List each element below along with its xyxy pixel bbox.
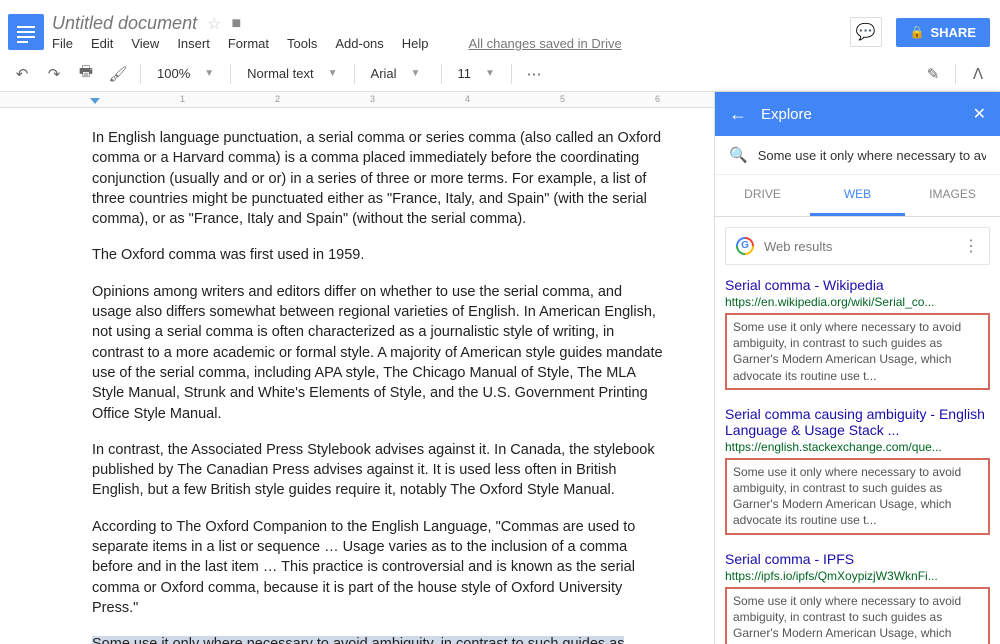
menu-tools[interactable]: Tools [287, 36, 317, 51]
explore-search-input[interactable] [758, 148, 986, 163]
paragraph[interactable]: Opinions among writers and editors diffe… [92, 282, 664, 424]
docs-logo[interactable] [8, 14, 44, 50]
search-icon: 🔍 [729, 146, 748, 164]
web-results-label: Web results [764, 239, 832, 254]
document-title[interactable]: Untitled document [52, 13, 197, 34]
ruler-mark: 1 [180, 94, 185, 104]
menu-addons[interactable]: Add-ons [335, 36, 383, 51]
share-button[interactable]: 🔒 SHARE [896, 18, 990, 47]
font-select[interactable]: Arial▼ [363, 60, 433, 88]
app-header: Untitled document ☆ ■ File Edit View Ins… [0, 0, 1000, 56]
paragraph[interactable]: The Oxford comma was first used in 1959. [92, 245, 664, 265]
web-results-header: Web results ⋮ [725, 227, 990, 265]
explore-search-row: 🔍 [715, 136, 1000, 175]
close-icon[interactable]: ✕ [973, 104, 986, 124]
paragraph[interactable]: In contrast, the Associated Press Styleb… [92, 440, 664, 501]
back-icon[interactable]: ← [729, 104, 747, 125]
caret-icon: ▼ [485, 68, 495, 79]
google-logo-icon [736, 237, 754, 255]
paint-format-button[interactable]: 🖌 [104, 60, 132, 88]
save-status[interactable]: All changes saved in Drive [469, 36, 622, 51]
explore-tabs: DRIVE WEB IMAGES [715, 175, 1000, 217]
docs-logo-icon [17, 23, 35, 41]
explore-header: ← Explore ✕ [715, 92, 1000, 136]
paragraph-highlighted[interactable]: Some use it only where necessary to avoi… [92, 634, 664, 644]
redo-button[interactable]: ↷ [40, 60, 68, 88]
ruler-mark: 4 [465, 94, 470, 104]
more-formatting-button[interactable]: ⋯ [520, 60, 548, 88]
paragraph[interactable]: According to The Oxford Companion to the… [92, 517, 664, 618]
result-url: https://ipfs.io/ipfs/QmXoypizjW3WknFi... [725, 569, 990, 583]
indent-marker-icon[interactable] [90, 98, 100, 104]
collapse-button[interactable]: ᐱ [964, 60, 992, 88]
result-url: https://english.stackexchange.com/que... [725, 440, 990, 454]
ruler-mark: 5 [560, 94, 565, 104]
menu-view[interactable]: View [131, 36, 159, 51]
more-options-icon[interactable]: ⋮ [963, 236, 979, 256]
explore-body: Web results ⋮ Serial comma - Wikipedia h… [715, 217, 1000, 644]
result-snippet: Some use it only where necessary to avoi… [725, 458, 990, 535]
document-page[interactable]: In English language punctuation, a seria… [0, 108, 700, 644]
ruler-mark: 2 [275, 94, 280, 104]
result-url: https://en.wikipedia.org/wiki/Serial_co.… [725, 295, 990, 309]
zoom-select[interactable]: 100%▼ [149, 60, 222, 88]
caret-icon: ▼ [411, 68, 421, 79]
search-result: Serial comma - IPFS https://ipfs.io/ipfs… [725, 551, 990, 644]
tab-web[interactable]: WEB [810, 175, 905, 216]
document-canvas[interactable]: 1 2 3 4 5 6 In English language punctuat… [0, 92, 714, 644]
formatting-toolbar: ↶ ↷ 🖶 🖌 100%▼ Normal text▼ Arial▼ 11▼ ⋯ … [0, 56, 1000, 92]
result-title[interactable]: Serial comma - IPFS [725, 551, 990, 567]
share-label: SHARE [930, 25, 976, 40]
explore-title: Explore [761, 106, 959, 123]
caret-icon: ▼ [204, 68, 214, 79]
result-snippet: Some use it only where necessary to avoi… [725, 313, 990, 390]
main-area: 1 2 3 4 5 6 In English language punctuat… [0, 92, 1000, 644]
star-icon[interactable]: ☆ [207, 14, 221, 34]
menu-file[interactable]: File [52, 36, 73, 51]
selected-text[interactable]: Some use it only where necessary to avoi… [92, 636, 637, 644]
comments-button[interactable]: 💬 [850, 17, 882, 47]
menu-format[interactable]: Format [228, 36, 269, 51]
menu-help[interactable]: Help [402, 36, 429, 51]
menu-insert[interactable]: Insert [177, 36, 210, 51]
lock-icon: 🔒 [910, 25, 925, 39]
result-snippet: Some use it only where necessary to avoi… [725, 587, 990, 644]
search-result: Serial comma causing ambiguity - English… [725, 406, 990, 535]
horizontal-ruler[interactable]: 1 2 3 4 5 6 [0, 92, 714, 108]
ruler-mark: 6 [655, 94, 660, 104]
result-title[interactable]: Serial comma causing ambiguity - English… [725, 406, 990, 438]
title-area: Untitled document ☆ ■ File Edit View Ins… [52, 13, 850, 51]
print-button[interactable]: 🖶 [72, 60, 100, 88]
caret-icon: ▼ [328, 68, 338, 79]
folder-icon[interactable]: ■ [231, 15, 241, 33]
tab-drive[interactable]: DRIVE [715, 175, 810, 216]
menu-edit[interactable]: Edit [91, 36, 113, 51]
style-select[interactable]: Normal text▼ [239, 60, 345, 88]
ruler-mark: 3 [370, 94, 375, 104]
search-result: Serial comma - Wikipedia https://en.wiki… [725, 277, 990, 390]
editing-mode-button[interactable]: ✎ [919, 60, 947, 88]
comment-icon: 💬 [856, 22, 876, 42]
tab-images[interactable]: IMAGES [905, 175, 1000, 216]
undo-button[interactable]: ↶ [8, 60, 36, 88]
font-size-select[interactable]: 11▼ [450, 60, 503, 88]
menu-bar: File Edit View Insert Format Tools Add-o… [52, 36, 850, 51]
explore-panel: ← Explore ✕ 🔍 DRIVE WEB IMAGES Web resul… [714, 92, 1000, 644]
result-title[interactable]: Serial comma - Wikipedia [725, 277, 990, 293]
paragraph[interactable]: In English language punctuation, a seria… [92, 128, 664, 229]
